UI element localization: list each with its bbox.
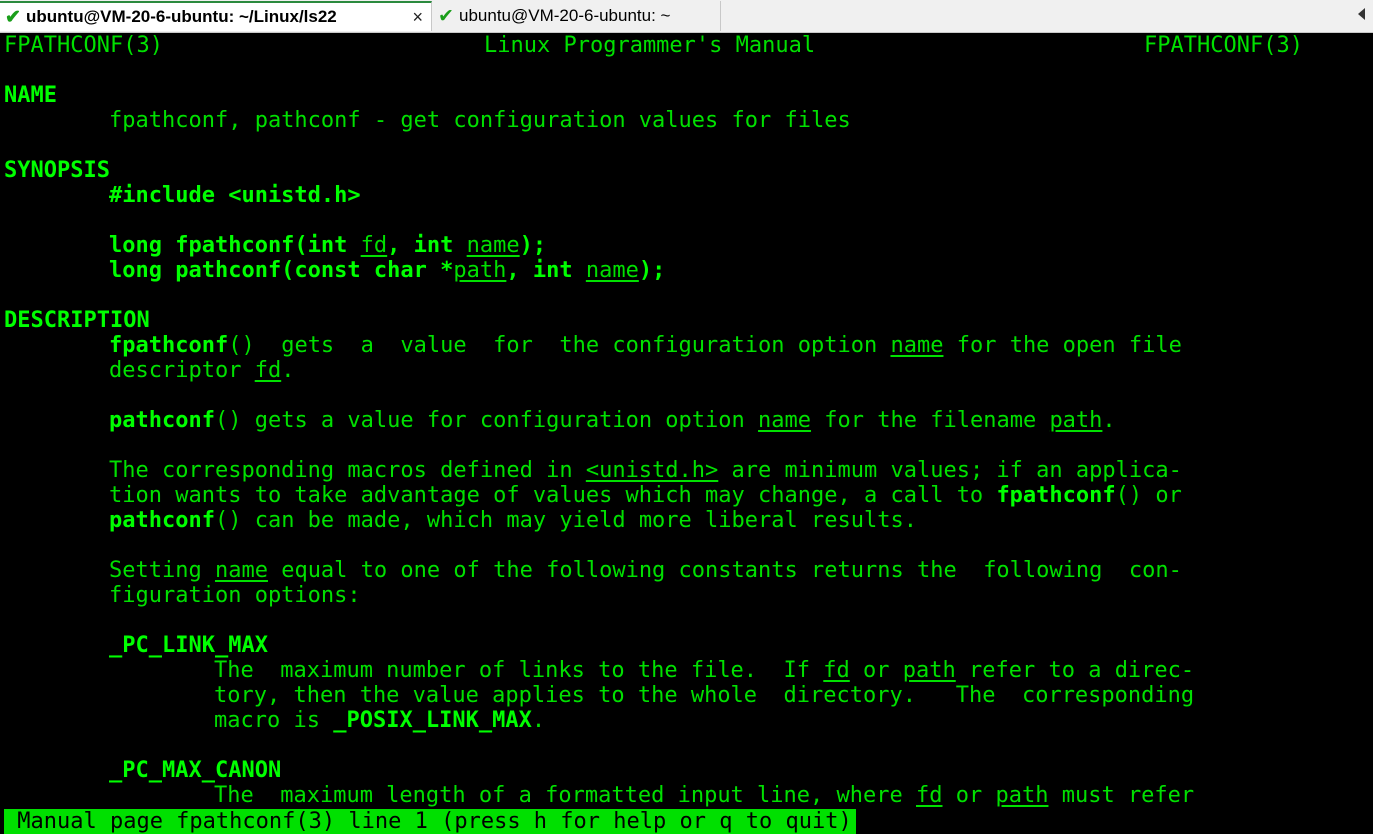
terminal-view[interactable]: FPATHCONF(3) Linux Programmer's Manual F… — [0, 33, 1373, 834]
tab-bar: ✔ ubuntu@VM-20-6-ubuntu: ~/Linux/ls22 × … — [0, 0, 1373, 33]
section-synopsis: SYNOPSIS — [4, 158, 110, 183]
link-max-line2: tory, then the value applies to the whol… — [214, 683, 1195, 708]
desc-p1-line1: fpathconf() gets a value for the configu… — [109, 333, 1182, 358]
link-max-line3: macro is _POSIX_LINK_MAX. — [214, 708, 546, 733]
max-canon-line1: The maximum length of a formatted input … — [214, 783, 1195, 808]
desc-p2: pathconf() gets a value for configuratio… — [109, 408, 1116, 433]
synopsis-include: #include <unistd.h> — [109, 183, 361, 208]
desc-p3-line3: pathconf() can be made, which may yield … — [109, 508, 917, 533]
check-icon: ✔ — [5, 6, 21, 28]
desc-p4-line1: Setting name equal to one of the followi… — [109, 558, 1182, 583]
pager-status-bar: Manual page fpathconf(3) line 1 (press h… — [4, 809, 856, 834]
header-left: FPATHCONF(3) — [4, 33, 163, 58]
desc-p4-line2: figuration options: — [109, 583, 361, 608]
tab-label: ubuntu@VM-20-6-ubuntu: ~/Linux/ls22 — [26, 7, 337, 26]
link-max-line1: The maximum number of links to the file.… — [214, 658, 1195, 683]
section-description: DESCRIPTION — [4, 308, 150, 333]
tab-label: ubuntu@VM-20-6-ubuntu: ~ — [459, 6, 671, 25]
header-right: FPATHCONF(3) — [1144, 33, 1303, 58]
close-icon[interactable]: × — [412, 7, 423, 28]
desc-p3-line1: The corresponding macros defined in <uni… — [109, 458, 1182, 483]
desc-p1-line2: descriptor fd. — [109, 358, 295, 383]
desc-p3-line2: tion wants to take advantage of values w… — [109, 483, 1182, 508]
tab-scroll-left-icon[interactable] — [1358, 8, 1365, 20]
header-center: Linux Programmer's Manual — [484, 33, 816, 58]
name-text: fpathconf, pathconf - get configuration … — [109, 108, 851, 133]
const-pc-link-max: _PC_LINK_MAX — [109, 633, 268, 658]
synopsis-proto-fpathconf: long fpathconf(int fd, int name); — [109, 233, 547, 258]
synopsis-proto-pathconf: long pathconf(const char *path, int name… — [109, 258, 666, 283]
tab-ls22[interactable]: ✔ ubuntu@VM-20-6-ubuntu: ~/Linux/ls22 × — [0, 1, 432, 31]
check-icon: ✔ — [438, 5, 454, 27]
section-name: NAME — [4, 83, 57, 108]
const-pc-max-canon: _PC_MAX_CANON — [109, 758, 282, 783]
tab-home[interactable]: ✔ ubuntu@VM-20-6-ubuntu: ~ — [433, 1, 721, 31]
